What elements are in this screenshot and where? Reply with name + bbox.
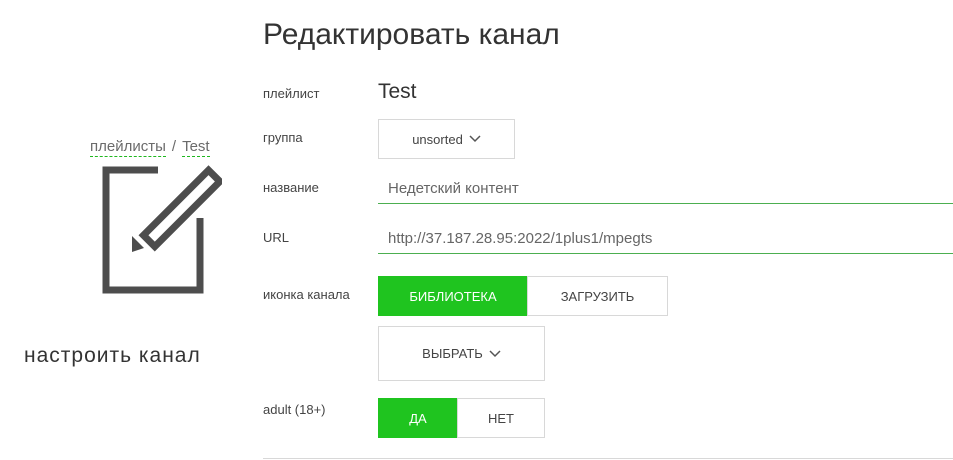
url-label: URL [263, 230, 290, 245]
breadcrumb-playlists-link[interactable]: плейлисты [90, 138, 166, 157]
playlist-label: плейлист [263, 86, 320, 101]
sidebar-title: настроить канал [24, 344, 201, 367]
url-input[interactable] [378, 224, 953, 254]
group-value: unsorted [412, 131, 463, 147]
icon-label: иконка канала [263, 287, 350, 302]
page-title: Редактировать канал [263, 18, 560, 51]
name-label: название [263, 180, 319, 195]
library-tab-button[interactable]: БИБЛИОТЕКА [378, 276, 528, 316]
select-icon-label: ВЫБРАТЬ [422, 346, 483, 361]
playlist-value: Test [378, 80, 417, 103]
breadcrumb-current-link[interactable]: Test [182, 138, 210, 157]
adult-no-button[interactable]: НЕТ [457, 398, 545, 438]
breadcrumb-separator: / [171, 138, 177, 155]
chevron-down-icon [489, 349, 501, 357]
group-dropdown[interactable]: unsorted [378, 119, 515, 159]
adult-label: adult (18+) [263, 402, 326, 417]
upload-tab-button[interactable]: ЗАГРУЗИТЬ [527, 276, 668, 316]
edit-square-icon [102, 165, 222, 294]
name-input[interactable] [378, 174, 953, 204]
bottom-divider [263, 458, 953, 459]
group-label: группа [263, 130, 303, 145]
breadcrumb: плейлисты / Test [90, 138, 210, 157]
select-icon-dropdown[interactable]: ВЫБРАТЬ [378, 326, 545, 381]
chevron-down-icon [469, 135, 481, 143]
adult-yes-button[interactable]: ДА [378, 398, 458, 438]
